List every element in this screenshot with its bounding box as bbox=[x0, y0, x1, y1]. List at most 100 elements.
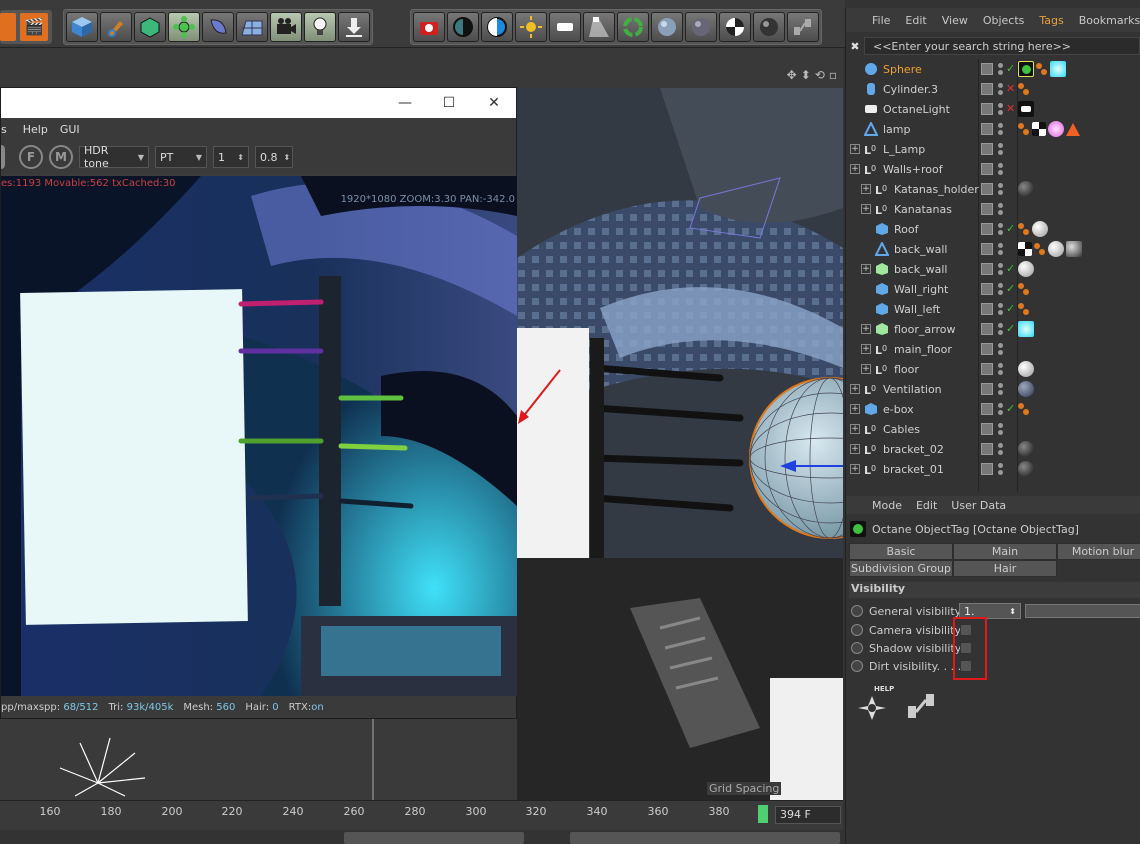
render-window[interactable]: — ☐ ✕ s Help GUI F M HDR tone ▼ PT ▼ 1 ⬍ 0.… bbox=[0, 87, 517, 719]
material-button[interactable]: M bbox=[49, 145, 73, 169]
editor-visibility-dot[interactable] bbox=[998, 203, 1003, 208]
texture-tag-icon[interactable] bbox=[1036, 62, 1048, 76]
render-visibility-dot[interactable] bbox=[998, 410, 1003, 415]
camera-icon[interactable] bbox=[270, 12, 302, 42]
editor-visibility-dot[interactable] bbox=[998, 383, 1003, 388]
move-icon[interactable]: ✥ bbox=[787, 68, 797, 82]
enabled-check-icon[interactable]: ✓ bbox=[1006, 322, 1015, 335]
general-visibility-slider[interactable] bbox=[1025, 604, 1140, 618]
menu-edit[interactable]: Edit bbox=[916, 499, 937, 512]
object-flags[interactable] bbox=[979, 339, 1019, 359]
sphere-material-icon[interactable] bbox=[651, 12, 683, 42]
render-visibility-dot[interactable] bbox=[998, 350, 1003, 355]
object-row[interactable]: + L 0 main_floor bbox=[846, 339, 1140, 359]
value-2-stepper[interactable]: 0.8 ⬍ bbox=[255, 146, 293, 168]
editor-visibility-dot[interactable] bbox=[998, 323, 1003, 328]
render-visibility-dot[interactable] bbox=[998, 130, 1003, 135]
layer-checkbox[interactable] bbox=[981, 383, 993, 395]
object-flags[interactable] bbox=[979, 119, 1019, 139]
menu-item-s[interactable]: s bbox=[1, 123, 7, 136]
cyan-material-icon[interactable] bbox=[1050, 61, 1066, 77]
disabled-x-icon[interactable]: ✕ bbox=[1006, 82, 1015, 95]
render-visibility-dot[interactable] bbox=[998, 430, 1003, 435]
menu-bookmarks[interactable]: Bookmarks bbox=[1079, 14, 1140, 27]
object-flags[interactable] bbox=[979, 239, 1019, 259]
enabled-check-icon[interactable]: ✓ bbox=[1006, 62, 1015, 75]
expand-toggle-icon[interactable]: + bbox=[861, 324, 871, 334]
current-frame-marker[interactable] bbox=[758, 805, 768, 823]
checker-tag-icon[interactable] bbox=[1018, 242, 1032, 256]
tone-select[interactable]: HDR tone ▼ bbox=[79, 144, 149, 170]
render-visibility-dot[interactable] bbox=[998, 290, 1003, 295]
editor-visibility-dot[interactable] bbox=[998, 263, 1003, 268]
object-flags[interactable]: ✓ bbox=[979, 279, 1019, 299]
editor-visibility-dot[interactable] bbox=[998, 63, 1003, 68]
warning-tag-icon[interactable] bbox=[1066, 122, 1080, 136]
layer-checkbox[interactable] bbox=[981, 443, 993, 455]
animate-radio[interactable] bbox=[851, 624, 863, 636]
expand-toggle-icon[interactable]: + bbox=[850, 384, 860, 394]
object-flags[interactable] bbox=[979, 419, 1019, 439]
download-arrow-icon[interactable] bbox=[338, 12, 370, 42]
transport-tools[interactable] bbox=[570, 832, 840, 844]
object-name[interactable]: Katanas_holder bbox=[894, 183, 979, 196]
layer-checkbox[interactable] bbox=[981, 123, 993, 135]
menu-mode[interactable]: Mode bbox=[872, 499, 902, 512]
object-name[interactable]: main_floor bbox=[894, 343, 952, 356]
object-flags[interactable]: ✓ bbox=[979, 219, 1019, 239]
help-icon[interactable]: HELP bbox=[854, 685, 894, 724]
menu-objects[interactable]: Objects bbox=[983, 14, 1025, 27]
object-name[interactable]: Cylinder.3 bbox=[883, 83, 938, 96]
blue-material-icon[interactable] bbox=[1018, 381, 1034, 397]
object-name[interactable]: floor_arrow bbox=[894, 323, 956, 336]
object-row[interactable]: + L 0 Cables bbox=[846, 419, 1140, 439]
object-row[interactable]: Sphere ✓ bbox=[846, 59, 1140, 79]
editor-visibility-dot[interactable] bbox=[998, 123, 1003, 128]
timeline[interactable]: 160 180 200 220 240 260 280 300 320 340 … bbox=[0, 800, 843, 830]
render-visibility-dot[interactable] bbox=[998, 210, 1003, 215]
cube-icon[interactable] bbox=[66, 12, 98, 42]
object-name[interactable]: Kanatanas bbox=[894, 203, 952, 216]
render-visibility-dot[interactable] bbox=[998, 70, 1003, 75]
expand-toggle-icon[interactable]: + bbox=[850, 444, 860, 454]
object-name[interactable]: Ventilation bbox=[883, 383, 942, 396]
editor-visibility-dot[interactable] bbox=[998, 403, 1003, 408]
half-circle-dark-icon[interactable] bbox=[447, 12, 479, 42]
object-flags[interactable] bbox=[979, 459, 1019, 479]
object-row[interactable]: + L 0 L_Lamp bbox=[846, 139, 1140, 159]
texture-tag-icon[interactable] bbox=[1018, 122, 1030, 136]
editor-visibility-dot[interactable] bbox=[998, 143, 1003, 148]
texture-tag-icon[interactable] bbox=[1018, 282, 1030, 296]
render-visibility-dot[interactable] bbox=[998, 470, 1003, 475]
texture-tag-icon[interactable] bbox=[1018, 402, 1030, 416]
render-visibility-dot[interactable] bbox=[998, 190, 1003, 195]
rotate-icon[interactable]: ⟲ bbox=[815, 68, 825, 82]
floor-grid-icon[interactable] bbox=[236, 12, 268, 42]
render-preview-image[interactable]: es:1193 Movable:562 txCached:30 1920*108… bbox=[1, 176, 517, 696]
pink-material-icon[interactable] bbox=[1048, 121, 1064, 137]
render-window-titlebar[interactable]: — ☐ ✕ bbox=[1, 88, 516, 118]
object-row[interactable]: + L 0 Ventilation bbox=[846, 379, 1140, 399]
object-name[interactable]: bracket_01 bbox=[883, 463, 944, 476]
texture-tag-icon[interactable] bbox=[1018, 302, 1030, 316]
area-light-icon[interactable] bbox=[549, 12, 581, 42]
object-row[interactable]: + L 0 Katanas_holder bbox=[846, 179, 1140, 199]
octane-object-tag-icon[interactable] bbox=[1018, 61, 1034, 77]
render-visibility-dot[interactable] bbox=[998, 330, 1003, 335]
light-bulb-icon[interactable] bbox=[304, 12, 336, 42]
pen-icon[interactable] bbox=[100, 12, 132, 42]
layer-checkbox[interactable] bbox=[981, 423, 993, 435]
layer-checkbox[interactable] bbox=[981, 363, 993, 375]
rough-material-icon[interactable] bbox=[1066, 241, 1082, 257]
menu-item-gui[interactable]: GUI bbox=[60, 123, 80, 136]
spot-light-icon[interactable] bbox=[583, 12, 615, 42]
menu-tags[interactable]: Tags bbox=[1039, 14, 1063, 27]
search-input[interactable]: <<Enter your search string here>> bbox=[864, 37, 1140, 55]
editor-visibility-dot[interactable] bbox=[998, 363, 1003, 368]
render-visibility-dot[interactable] bbox=[998, 450, 1003, 455]
tab-subdivision-group[interactable]: Subdivision Group bbox=[849, 560, 953, 577]
layer-checkbox[interactable] bbox=[981, 303, 993, 315]
layer-checkbox[interactable] bbox=[981, 103, 993, 115]
close-button[interactable]: ✕ bbox=[485, 94, 503, 112]
object-flags[interactable] bbox=[979, 359, 1019, 379]
